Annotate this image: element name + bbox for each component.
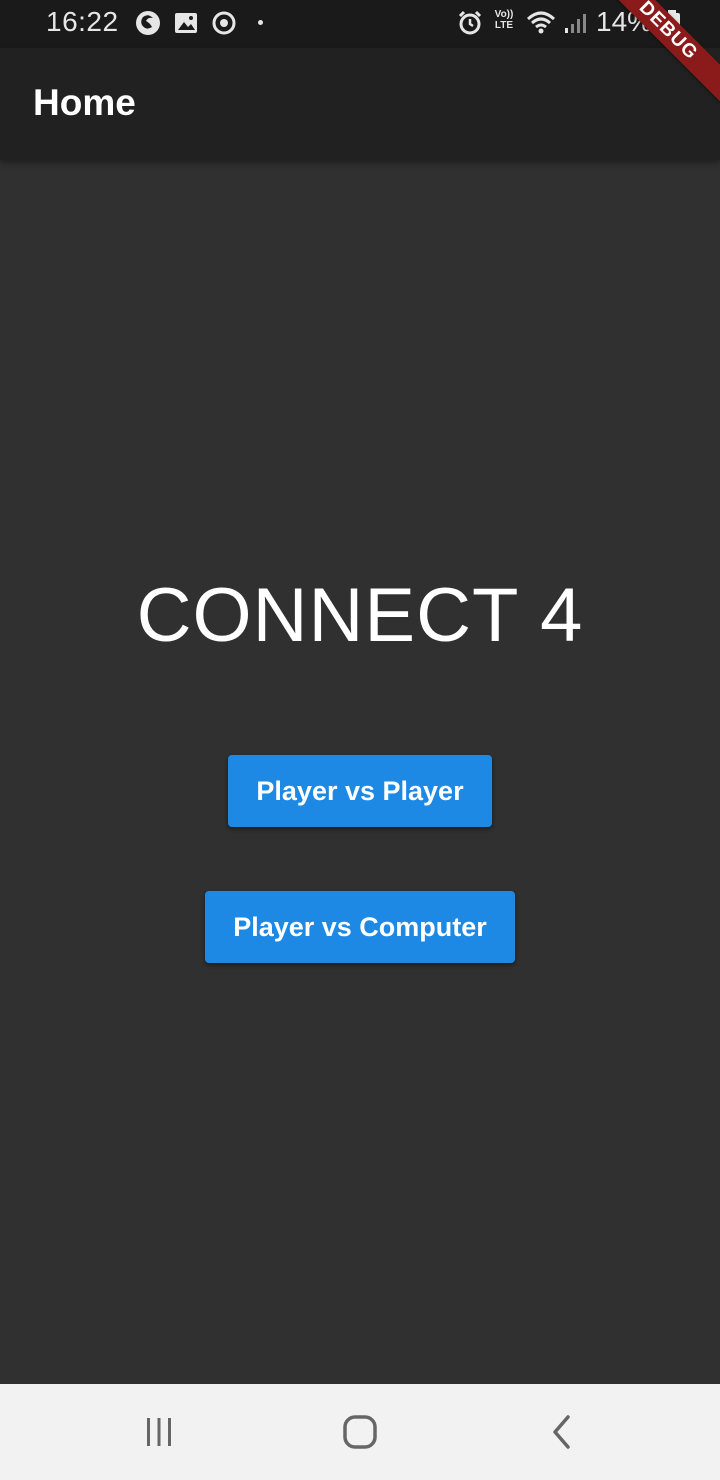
sync-icon <box>210 9 238 37</box>
back-icon <box>553 1415 570 1449</box>
notification-dot <box>258 20 263 25</box>
status-time: 16:22 <box>46 6 119 37</box>
recent-apps-icon <box>147 1418 171 1446</box>
system-nav-bar <box>0 1384 720 1480</box>
volte-icon: Vo)) LTE <box>494 9 514 31</box>
player-vs-computer-button[interactable]: Player vs Computer <box>205 891 515 963</box>
debug-banner: DEBUG <box>560 0 720 160</box>
gallery-icon <box>172 9 200 37</box>
wifi-icon <box>526 9 556 37</box>
home-icon <box>343 1415 377 1449</box>
page-title: Home <box>33 82 136 123</box>
game-title: CONNECT 4 <box>136 573 584 658</box>
firefox-icon <box>134 9 162 37</box>
alarm-icon <box>456 9 484 37</box>
recent-apps-button[interactable] <box>129 1402 189 1462</box>
debug-banner-label: DEBUG <box>581 0 720 118</box>
player-vs-player-button[interactable]: Player vs Player <box>228 755 492 827</box>
back-button[interactable] <box>532 1402 592 1462</box>
home-button[interactable] <box>330 1402 390 1462</box>
